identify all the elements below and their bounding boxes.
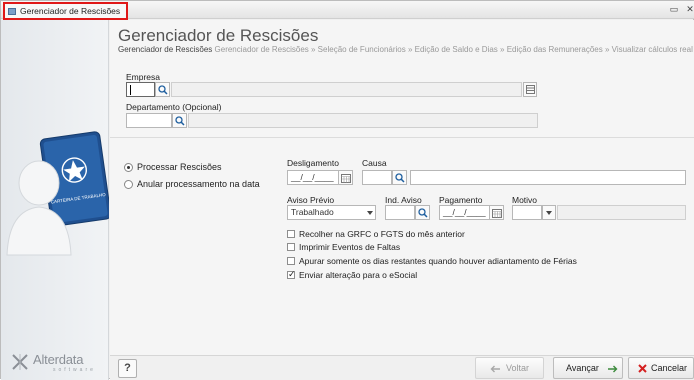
breadcrumb-rest: Gerenciador de Rescisões » Seleção de Fu… — [214, 45, 693, 54]
brand-logo: Alterdata software — [11, 350, 105, 374]
empresa-code-input[interactable] — [126, 82, 155, 97]
departamento-code-input[interactable] — [126, 113, 172, 128]
alterdata-logo-icon — [12, 354, 28, 370]
chevron-down-icon — [367, 211, 373, 215]
desligamento-date-input[interactable]: __/__/____ — [287, 170, 339, 185]
ind-aviso-input[interactable] — [385, 205, 415, 220]
calendar-icon — [341, 174, 351, 183]
app-window: Gerenciador de Rescisões ▭ ✕ CARTEIRA DE… — [0, 0, 694, 380]
motivo-dropdown-button[interactable] — [542, 205, 556, 220]
aviso-previo-label: Aviso Prévio — [287, 195, 335, 205]
desligamento-calendar-button[interactable] — [338, 170, 353, 185]
breadcrumb: Gerenciador de Rescisões Gerenciador de … — [118, 45, 693, 54]
breadcrumb-current[interactable]: Gerenciador de Rescisões — [118, 45, 212, 54]
motivo-code-input[interactable] — [512, 205, 542, 220]
departamento-name-field — [188, 113, 538, 128]
cancel-x-icon — [638, 364, 647, 373]
main-panel: Gerenciador de Rescisões Gerenciador de … — [110, 20, 694, 355]
motivo-label: Motivo — [512, 195, 538, 205]
desligamento-label: Desligamento — [287, 158, 339, 168]
next-button-label: Avançar — [566, 363, 599, 373]
radio-processar-dot[interactable] — [124, 163, 133, 172]
restore-icon[interactable]: ▭ — [669, 4, 679, 14]
grid-icon — [526, 85, 535, 94]
radio-anular-label: Anular processamento na data — [137, 179, 260, 189]
text-caret — [130, 84, 131, 95]
ind-aviso-search-button[interactable] — [415, 205, 430, 220]
title-bar: Gerenciador de Rescisões ▭ ✕ — [1, 1, 694, 20]
empresa-search-button[interactable] — [155, 82, 170, 97]
search-icon — [158, 85, 168, 95]
departamento-label: Departamento (Opcional) — [126, 102, 222, 112]
cancel-button[interactable]: Cancelar — [628, 357, 694, 379]
checkbox-ferias[interactable] — [287, 257, 295, 265]
help-button[interactable]: ? — [118, 359, 137, 378]
window-title: Gerenciador de Rescisões — [20, 6, 121, 16]
causa-label: Causa — [362, 158, 387, 168]
pagamento-calendar-button[interactable] — [489, 205, 504, 220]
empresa-list-button[interactable] — [523, 82, 537, 97]
brand-name: Alterdata — [33, 352, 84, 367]
user-card-illustration: CARTEIRA DE TRABALHO — [6, 131, 109, 256]
radio-anular-dot[interactable] — [124, 180, 133, 189]
pagamento-label: Pagamento — [439, 195, 483, 205]
causa-description-field[interactable] — [410, 170, 686, 185]
checkbox-grfc[interactable] — [287, 230, 295, 238]
motivo-description-field — [557, 205, 686, 220]
footer-bar: ? Voltar Avançar Cancelar — [110, 355, 694, 380]
sidebar: CARTEIRA DE TRABALHO Alterdata software — [1, 20, 109, 380]
causa-code-input[interactable] — [362, 170, 392, 185]
close-icon[interactable]: ✕ — [685, 4, 694, 14]
aviso-previo-select[interactable]: Trabalhado — [287, 205, 376, 220]
pagamento-date-input[interactable]: __/__/____ — [439, 205, 490, 220]
ind-aviso-label: Ind. Aviso — [385, 195, 422, 205]
empresa-name-field — [171, 82, 522, 97]
page-title: Gerenciador de Rescisões — [118, 26, 319, 45]
section-divider — [110, 137, 694, 138]
chevron-down-icon — [546, 211, 552, 215]
back-button-label: Voltar — [506, 363, 530, 373]
arrow-left-icon — [490, 365, 500, 373]
radio-processar-label: Processar Rescisões — [137, 162, 222, 172]
checkbox-grfc-label: Recolher na GRFC o FGTS do mês anterior — [299, 229, 465, 239]
checkbox-esocial-label: Enviar alteração para o eSocial — [299, 270, 418, 280]
aviso-previo-value: Trabalhado — [291, 207, 334, 217]
back-button[interactable]: Voltar — [475, 357, 544, 379]
empresa-label: Empresa — [126, 72, 161, 82]
search-icon — [418, 208, 428, 218]
departamento-search-button[interactable] — [172, 113, 187, 128]
calendar-icon — [492, 209, 502, 218]
arrow-right-icon — [608, 365, 618, 373]
search-icon — [175, 116, 185, 126]
cancel-button-label: Cancelar — [651, 363, 688, 373]
causa-search-button[interactable] — [392, 170, 407, 185]
next-button[interactable]: Avançar — [553, 357, 623, 379]
checkbox-esocial[interactable] — [287, 269, 296, 280]
checkbox-faltas-label: Imprimir Eventos de Faltas — [299, 242, 401, 252]
checkbox-faltas[interactable] — [287, 243, 295, 251]
checkbox-ferias-label: Apurar somente os dias restantes quando … — [299, 256, 577, 266]
brand-sub: software — [53, 367, 96, 373]
search-icon — [395, 173, 405, 183]
app-icon — [8, 8, 16, 15]
window-tab[interactable]: Gerenciador de Rescisões — [3, 2, 128, 20]
